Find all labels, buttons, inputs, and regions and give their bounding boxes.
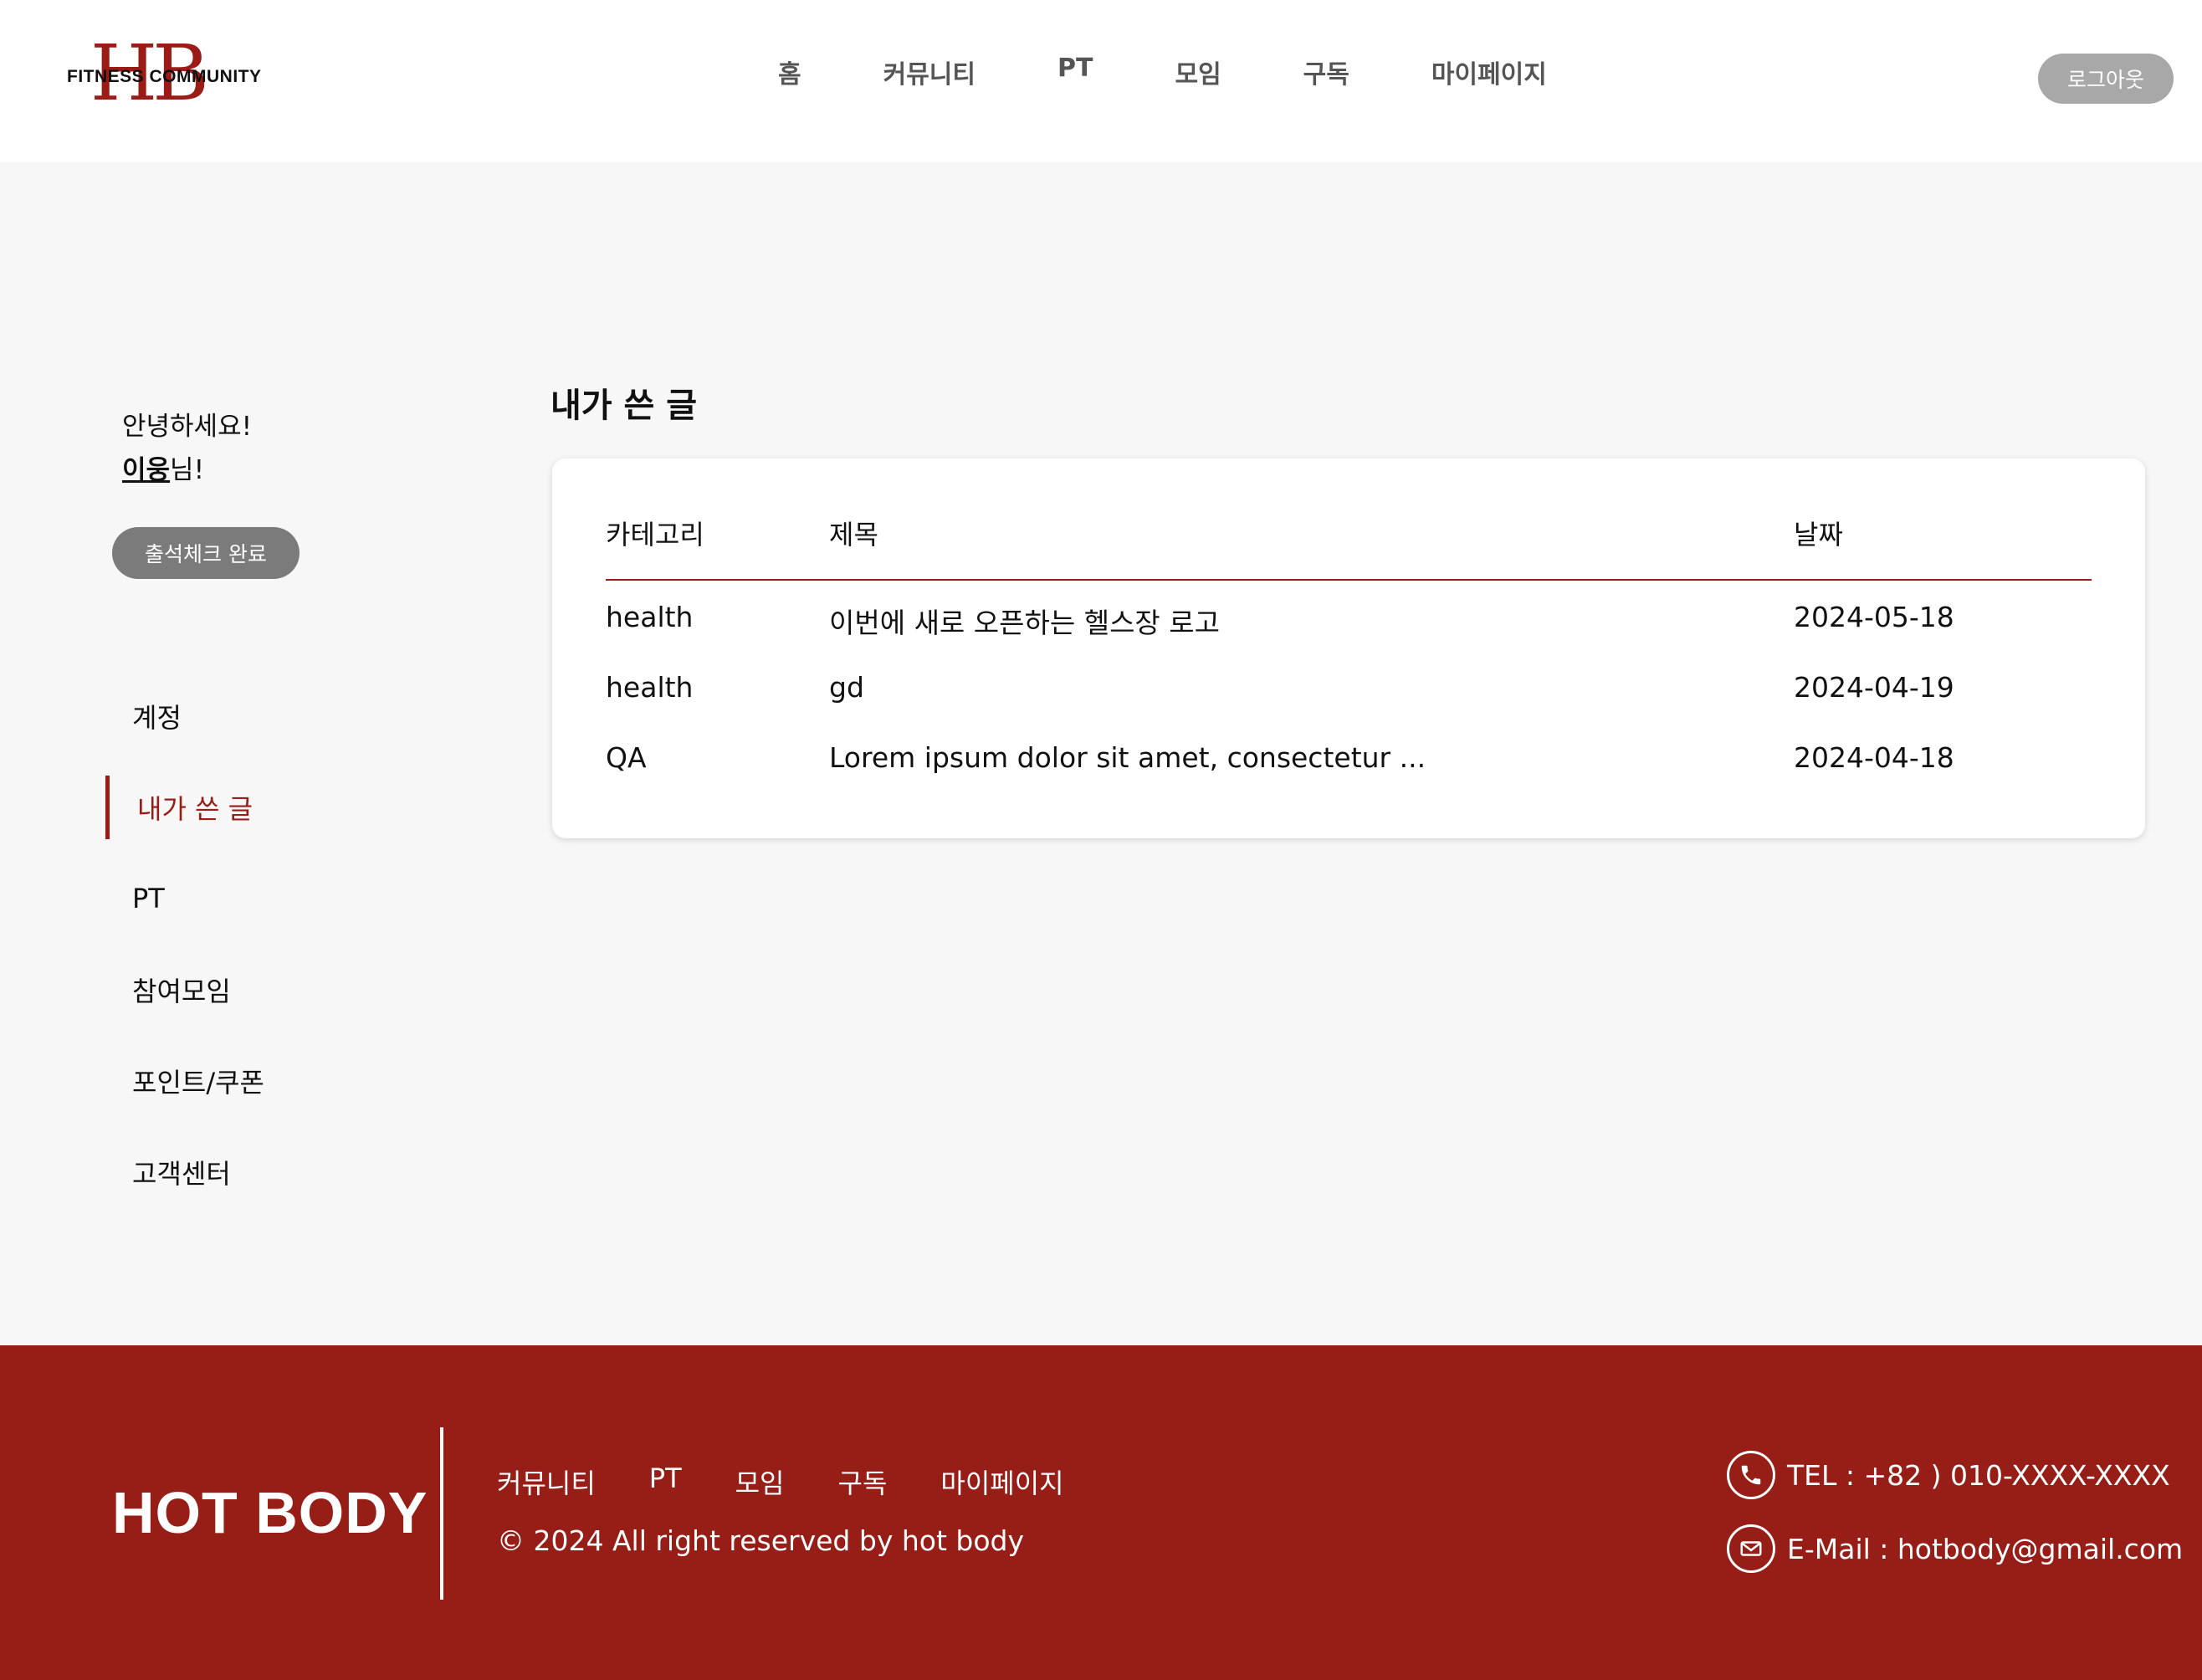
user-line: 이웅님!: [122, 448, 252, 492]
footer-nav-meetup[interactable]: 모임: [735, 1462, 785, 1501]
sidebar-item-customer-center[interactable]: 고객센터: [105, 1140, 373, 1204]
user-honorific: 님!: [170, 455, 204, 485]
footer-divider: [440, 1427, 443, 1600]
site-header: HB FITNESS COMMUNITY 홈 커뮤니티 PT 모임 구독 마이페…: [0, 0, 2202, 162]
logo[interactable]: HB FITNESS COMMUNITY: [67, 35, 261, 115]
user-name: 이웅: [122, 455, 171, 485]
page-title: 내가 쓴 글: [550, 387, 698, 425]
footer-nav-mypage[interactable]: 마이페이지: [940, 1462, 1063, 1501]
logo-text: FITNESS COMMUNITY: [67, 67, 262, 86]
row-category: QA: [606, 741, 647, 774]
posts-card: 카테고리 제목 날짜 health 이번에 새로 오픈하는 헬스장 로고 202…: [552, 458, 2145, 838]
column-header-category: 카테고리: [606, 519, 704, 551]
nav-home[interactable]: 홈: [778, 54, 801, 90]
row-date: 2024-04-18: [1794, 741, 1954, 774]
site-footer: HOT BODY 커뮤니티 PT 모임 구독 마이페이지 © 2024 All …: [0, 1345, 2202, 1680]
footer-nav-pt[interactable]: PT: [649, 1462, 682, 1501]
sidebar-item-joined-meetups[interactable]: 참여모임: [105, 958, 373, 1022]
row-date: 2024-05-18: [1794, 601, 1954, 633]
sidebar-menu: 계정 내가 쓴 글 PT 참여모임 포인트/쿠폰 고객센터: [105, 684, 373, 1232]
footer-brand: HOT BODY: [112, 1480, 428, 1545]
nav-pt[interactable]: PT: [1057, 54, 1093, 90]
table-header: 카테고리 제목 날짜: [606, 509, 2092, 581]
sidebar-item-my-posts[interactable]: 내가 쓴 글: [105, 776, 373, 839]
column-header-date: 날짜: [1794, 519, 1843, 551]
posts-table: 카테고리 제목 날짜 health 이번에 새로 오픈하는 헬스장 로고 202…: [606, 509, 2092, 791]
attendance-button[interactable]: 출석체크 완료: [112, 527, 300, 579]
email-text[interactable]: E-Mail : hotbody@gmail.com: [1787, 1533, 2183, 1565]
nav-mypage[interactable]: 마이페이지: [1431, 54, 1547, 90]
row-date: 2024-04-19: [1794, 671, 1954, 704]
nav-community[interactable]: 커뮤니티: [883, 54, 976, 90]
row-category: health: [606, 601, 694, 633]
copyright-text: © 2024 All right reserved by hot body: [497, 1524, 1024, 1557]
table-row[interactable]: health gd 2024-04-19: [606, 651, 2092, 721]
nav-meetup[interactable]: 모임: [1175, 54, 1221, 90]
user-greeting: 안녕하세요! 이웅님!: [122, 405, 252, 492]
footer-nav-subscription[interactable]: 구독: [838, 1462, 888, 1501]
sidebar-item-account[interactable]: 계정: [105, 684, 373, 748]
mail-icon: [1727, 1524, 1775, 1573]
nav-subscription[interactable]: 구독: [1303, 54, 1349, 90]
contact-tel: TEL : +82 ) 010-XXXX-XXXX: [1727, 1451, 2170, 1499]
main-nav: 홈 커뮤니티 PT 모임 구독 마이페이지: [778, 54, 1547, 90]
footer-nav-community[interactable]: 커뮤니티: [497, 1462, 596, 1501]
row-category: health: [606, 671, 694, 704]
greeting-text: 안녕하세요!: [122, 412, 253, 442]
table-row[interactable]: health 이번에 새로 오픈하는 헬스장 로고 2024-05-18: [606, 581, 2092, 651]
phone-icon: [1727, 1451, 1775, 1499]
sidebar-item-pt[interactable]: PT: [105, 867, 373, 930]
row-title[interactable]: 이번에 새로 오픈하는 헬스장 로고: [829, 601, 1220, 641]
contact-email: E-Mail : hotbody@gmail.com: [1727, 1524, 2183, 1573]
sidebar-item-points-coupons[interactable]: 포인트/쿠폰: [105, 1049, 373, 1113]
row-title[interactable]: Lorem ipsum dolor sit amet, consectetur …: [829, 741, 1426, 774]
column-header-title: 제목: [829, 519, 878, 551]
row-title[interactable]: gd: [829, 671, 864, 704]
tel-text: TEL : +82 ) 010-XXXX-XXXX: [1787, 1458, 2170, 1492]
footer-nav: 커뮤니티 PT 모임 구독 마이페이지: [497, 1462, 1064, 1501]
table-row[interactable]: QA Lorem ipsum dolor sit amet, consectet…: [606, 721, 2092, 791]
logout-button[interactable]: 로그아웃: [2038, 54, 2174, 104]
